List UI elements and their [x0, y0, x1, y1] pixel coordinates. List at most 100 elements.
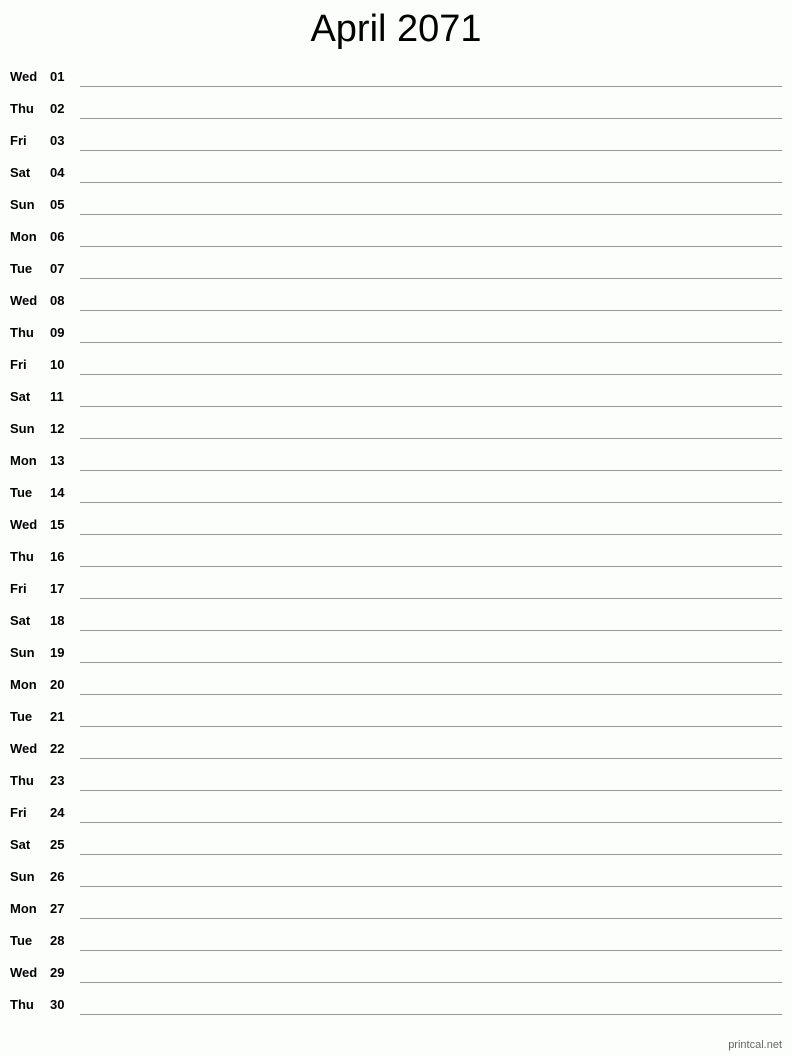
writing-line[interactable] — [80, 182, 782, 183]
day-list: Wed 01 Thu 02 Fri 03 Sat 04 Sun 05 Mon 06 Tue 07 Wed 08… — [0, 60, 792, 1020]
writing-line[interactable] — [80, 918, 782, 919]
day-number: 09 — [50, 325, 65, 340]
writing-line[interactable] — [80, 726, 782, 727]
writing-line[interactable] — [80, 342, 782, 343]
writing-line[interactable] — [80, 246, 782, 247]
day-row: Tue 07 — [0, 252, 792, 284]
day-of-week: Mon — [10, 229, 37, 244]
writing-line[interactable] — [80, 886, 782, 887]
day-of-week: Tue — [10, 261, 33, 276]
day-of-week: Sun — [10, 645, 35, 660]
day-of-week: Wed — [10, 69, 38, 84]
day-of-week: Sat — [10, 165, 31, 180]
day-row: Mon 20 — [0, 668, 792, 700]
day-number: 17 — [50, 581, 65, 596]
writing-line[interactable] — [80, 534, 782, 535]
day-row: Tue 14 — [0, 476, 792, 508]
writing-line[interactable] — [80, 86, 782, 87]
writing-line[interactable] — [80, 854, 782, 855]
writing-line[interactable] — [80, 278, 782, 279]
day-of-week: Sat — [10, 389, 31, 404]
writing-line[interactable] — [80, 470, 782, 471]
day-of-week: Mon — [10, 677, 37, 692]
writing-line[interactable] — [80, 662, 782, 663]
writing-line[interactable] — [80, 214, 782, 215]
day-row: Wed 08 — [0, 284, 792, 316]
writing-line[interactable] — [80, 630, 782, 631]
writing-line[interactable] — [80, 438, 782, 439]
writing-line[interactable] — [80, 374, 782, 375]
day-row: Mon 13 — [0, 444, 792, 476]
day-number: 19 — [50, 645, 65, 660]
day-row: Tue 28 — [0, 924, 792, 956]
day-number: 29 — [50, 965, 65, 980]
day-of-week: Sat — [10, 613, 31, 628]
writing-line[interactable] — [80, 406, 782, 407]
writing-line[interactable] — [80, 790, 782, 791]
day-number: 03 — [50, 133, 65, 148]
day-number: 26 — [50, 869, 65, 884]
day-of-week: Thu — [10, 773, 34, 788]
day-of-week: Wed — [10, 965, 38, 980]
day-number: 24 — [50, 805, 65, 820]
day-of-week: Wed — [10, 741, 38, 756]
day-number: 30 — [50, 997, 65, 1012]
day-number: 06 — [50, 229, 65, 244]
day-number: 25 — [50, 837, 65, 852]
day-of-week: Sun — [10, 197, 35, 212]
day-row: Thu 30 — [0, 988, 792, 1020]
day-number: 22 — [50, 741, 65, 756]
day-row: Thu 16 — [0, 540, 792, 572]
day-number: 05 — [50, 197, 65, 212]
writing-line[interactable] — [80, 310, 782, 311]
day-row: Sun 26 — [0, 860, 792, 892]
writing-line[interactable] — [80, 150, 782, 151]
writing-line[interactable] — [80, 822, 782, 823]
day-of-week: Sun — [10, 869, 35, 884]
writing-line[interactable] — [80, 566, 782, 567]
writing-line[interactable] — [80, 950, 782, 951]
day-row: Fri 17 — [0, 572, 792, 604]
day-row: Sat 25 — [0, 828, 792, 860]
day-row: Sat 04 — [0, 156, 792, 188]
writing-line[interactable] — [80, 118, 782, 119]
writing-line[interactable] — [80, 598, 782, 599]
writing-line[interactable] — [80, 694, 782, 695]
day-of-week: Fri — [10, 357, 27, 372]
day-number: 11 — [50, 389, 64, 404]
day-of-week: Fri — [10, 805, 27, 820]
writing-line[interactable] — [80, 1014, 782, 1015]
day-of-week: Sat — [10, 837, 31, 852]
day-number: 13 — [50, 453, 65, 468]
day-row: Thu 02 — [0, 92, 792, 124]
day-number: 08 — [50, 293, 65, 308]
writing-line[interactable] — [80, 982, 782, 983]
day-row: Sun 19 — [0, 636, 792, 668]
day-number: 12 — [50, 421, 65, 436]
day-row: Sat 11 — [0, 380, 792, 412]
day-row: Mon 06 — [0, 220, 792, 252]
day-of-week: Fri — [10, 581, 27, 596]
day-number: 14 — [50, 485, 65, 500]
day-of-week: Thu — [10, 325, 34, 340]
day-number: 21 — [50, 709, 65, 724]
day-of-week: Mon — [10, 901, 37, 916]
writing-line[interactable] — [80, 758, 782, 759]
day-of-week: Thu — [10, 549, 34, 564]
day-row: Fri 10 — [0, 348, 792, 380]
day-number: 27 — [50, 901, 65, 916]
day-of-week: Tue — [10, 485, 33, 500]
day-of-week: Tue — [10, 933, 33, 948]
writing-line[interactable] — [80, 502, 782, 503]
day-of-week: Wed — [10, 517, 38, 532]
day-row: Fri 24 — [0, 796, 792, 828]
day-number: 28 — [50, 933, 65, 948]
day-number: 20 — [50, 677, 65, 692]
day-number: 02 — [50, 101, 65, 116]
day-row: Thu 09 — [0, 316, 792, 348]
day-number: 15 — [50, 517, 65, 532]
day-number: 01 — [50, 69, 65, 84]
day-row: Thu 23 — [0, 764, 792, 796]
day-number: 04 — [50, 165, 65, 180]
day-row: Wed 01 — [0, 60, 792, 92]
